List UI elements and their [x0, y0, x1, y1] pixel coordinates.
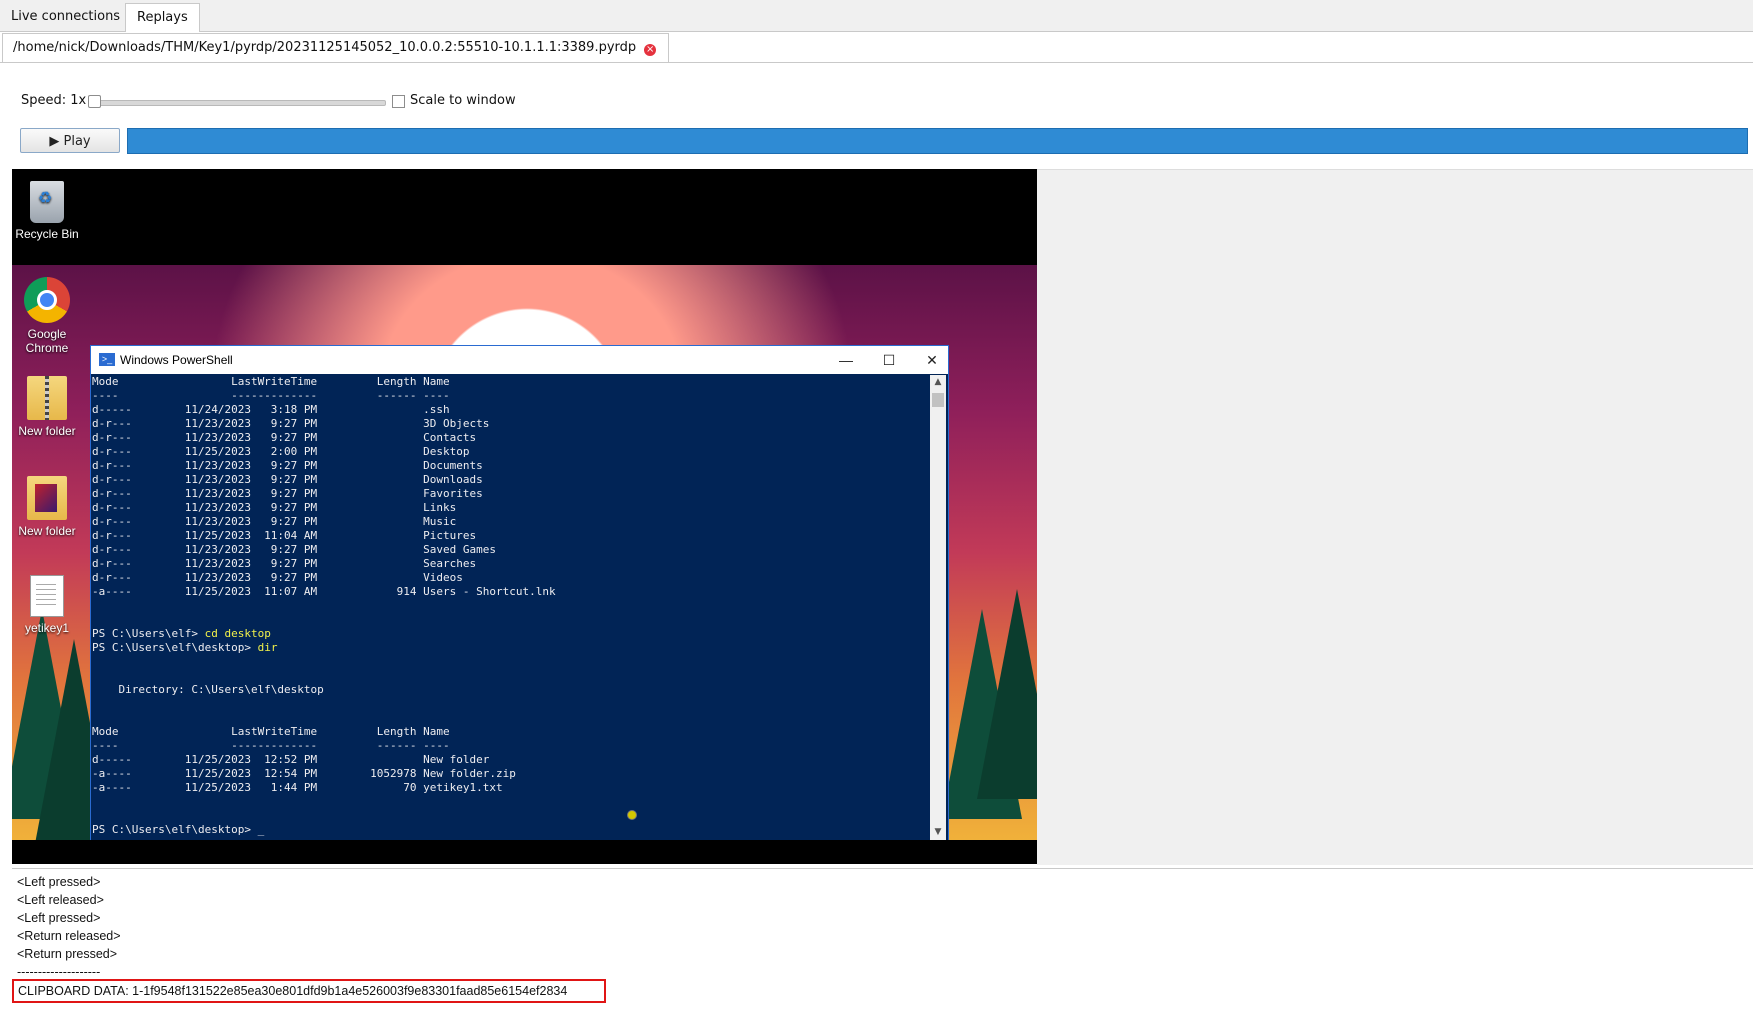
chrome-icon: [24, 277, 70, 323]
console-line: PS C:\Users\elf\desktop> _: [92, 823, 265, 836]
console-line: d----- 11/24/2023 3:18 PM .ssh: [92, 403, 450, 416]
console-line: -a---- 11/25/2023 1:44 PM 70 yetikey1.tx…: [92, 781, 503, 794]
desktop-icon-label: yetikey1: [24, 621, 70, 635]
console-line: ---- ------------- ------ ----: [92, 389, 450, 402]
tab-divider: [0, 62, 1753, 63]
desktop-icon-label: New folder: [18, 424, 76, 438]
powershell-title: Windows PowerShell: [120, 353, 233, 367]
minimize-icon[interactable]: —: [831, 350, 861, 370]
log-event: <Left pressed>: [17, 875, 101, 889]
console-line: d-r--- 11/23/2023 9:27 PM Saved Games: [92, 543, 496, 556]
recycle-bin-icon: [30, 181, 64, 223]
console-line: d-r--- 11/23/2023 9:27 PM Favorites: [92, 487, 483, 500]
maximize-icon[interactable]: ☐: [874, 350, 904, 370]
scroll-up-icon[interactable]: ▲: [930, 377, 946, 391]
close-window-icon[interactable]: ✕: [917, 350, 947, 370]
speed-label: Speed: 1x: [21, 93, 87, 108]
zip-folder-icon: [27, 376, 67, 420]
console-line: d-r--- 11/25/2023 2:00 PM Desktop: [92, 445, 470, 458]
desktop-icon-chrome[interactable]: Google Chrome: [12, 277, 82, 355]
console-line: ---- ------------- ------ ----: [92, 739, 450, 752]
desktop-icon-label: Recycle Bin: [15, 227, 79, 241]
replay-progress-bar[interactable]: [127, 128, 1748, 154]
scroll-thumb[interactable]: [932, 393, 944, 407]
tab-replays[interactable]: Replays: [125, 3, 200, 32]
console-line: -a---- 11/25/2023 11:07 AM 914 Users - S…: [92, 585, 556, 598]
speed-slider[interactable]: [92, 100, 386, 106]
scale-to-window-checkbox[interactable]: [392, 95, 405, 108]
log-event: <Left pressed>: [17, 911, 101, 925]
replay-file-tab[interactable]: /home/nick/Downloads/THM/Key1/pyrdp/2023…: [2, 33, 670, 62]
desktop-icon-recycle-bin[interactable]: Recycle Bin: [12, 181, 82, 241]
tab-bar: Live connections Replays: [0, 0, 1753, 32]
console-line: Mode LastWriteTime Length Name: [92, 725, 450, 738]
powershell-console[interactable]: Mode LastWriteTime Length Name ---- -----…: [92, 375, 928, 843]
scale-to-window-label: Scale to window: [410, 93, 516, 108]
desktop-icon-new-folder-zip[interactable]: New folder: [12, 376, 82, 438]
replay-file-path: /home/nick/Downloads/THM/Key1/pyrdp/2023…: [13, 40, 637, 55]
powershell-titlebar[interactable]: >_ Windows PowerShell — ☐ ✕: [91, 346, 948, 374]
desktop-icon-label: Google Chrome: [25, 327, 69, 355]
tab-live-connections[interactable]: Live connections: [0, 3, 131, 30]
event-log: <Left pressed> <Left released> <Left press…: [17, 873, 121, 981]
rdp-viewport[interactable]: Recycle Bin Google Chrome New folder New…: [12, 169, 1037, 864]
powershell-window[interactable]: >_ Windows PowerShell — ☐ ✕ Mode LastWri…: [90, 345, 949, 845]
console-scrollbar[interactable]: ▲ ▼: [930, 375, 946, 843]
console-line: d-r--- 11/23/2023 9:27 PM Documents: [92, 459, 483, 472]
desktop-icon-new-folder[interactable]: New folder: [12, 476, 82, 538]
folder-icon: [27, 476, 67, 520]
log-event: <Return pressed>: [17, 947, 118, 961]
scroll-down-icon[interactable]: ▼: [930, 827, 946, 841]
desktop-bottom-bar: [12, 840, 1037, 864]
console-line: d-r--- 11/23/2023 9:27 PM Links: [92, 501, 457, 514]
console-line: d-r--- 11/23/2023 9:27 PM Contacts: [92, 431, 477, 444]
console-line: d-r--- 11/23/2023 9:27 PM Music: [92, 515, 457, 528]
console-line: d-r--- 11/23/2023 9:27 PM Videos: [92, 571, 463, 584]
console-line: d-r--- 11/23/2023 9:27 PM Searches: [92, 557, 477, 570]
console-line: d----- 11/25/2023 12:52 PM New folder: [92, 753, 490, 766]
close-icon[interactable]: ×: [644, 44, 657, 56]
log-divider: [12, 868, 1753, 869]
console-line: Directory: C:\Users\elf\desktop: [92, 683, 324, 696]
mouse-cursor-marker: [627, 810, 637, 820]
speed-slider-handle[interactable]: [88, 95, 101, 108]
log-event: <Left released>: [17, 893, 104, 907]
console-line: d-r--- 11/23/2023 9:27 PM Downloads: [92, 473, 483, 486]
play-button[interactable]: ▶ Play: [20, 128, 120, 153]
clipboard-data: CLIPBOARD DATA: 1-1f9548f131522e85ea30e8…: [12, 979, 606, 1003]
viewport-background: [1037, 169, 1753, 865]
console-line: d-r--- 11/25/2023 11:04 AM Pictures: [92, 529, 477, 542]
desktop-icon-label: New folder: [18, 524, 76, 538]
powershell-icon: >_: [99, 353, 115, 366]
console-line: Mode LastWriteTime Length Name: [92, 375, 450, 388]
console-line: PS C:\Users\elf\desktop> dir: [92, 641, 278, 654]
log-event: <Return released>: [17, 929, 121, 943]
text-file-icon: [30, 575, 64, 617]
console-line: d-r--- 11/23/2023 9:27 PM 3D Objects: [92, 417, 490, 430]
wallpaper-tree: [977, 589, 1037, 799]
console-line: PS C:\Users\elf> cd desktop: [92, 627, 271, 640]
desktop-icon-yetikey1[interactable]: yetikey1: [12, 575, 82, 635]
console-line: -a---- 11/25/2023 12:54 PM 1052978 New f…: [92, 767, 516, 780]
